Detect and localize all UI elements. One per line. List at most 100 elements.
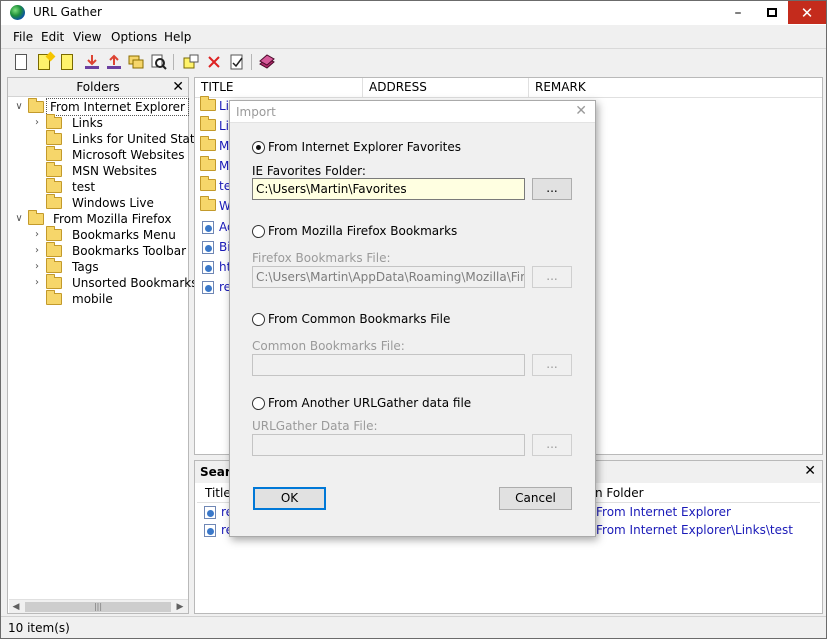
scroll-right-icon[interactable]: ▶ — [173, 600, 187, 614]
url-icon — [202, 221, 214, 234]
dialog-title: Import — [236, 105, 276, 119]
radio-ie-favorites-label[interactable]: From Internet Explorer Favorites — [268, 140, 461, 154]
url-icon — [202, 261, 214, 274]
folder-icon — [46, 178, 62, 193]
url-icon — [202, 241, 214, 254]
open-icon[interactable] — [61, 54, 73, 70]
url-icon — [204, 524, 216, 537]
menu-edit[interactable]: Edit — [41, 30, 64, 44]
folder-icon — [46, 242, 62, 257]
folder-icon — [46, 274, 62, 289]
firefox-bookmarks-file-field[interactable]: C:\Users\Martin\AppData\Roaming\Mozilla\… — [252, 266, 525, 288]
radio-firefox-bookmarks-label[interactable]: From Mozilla Firefox Bookmarks — [268, 224, 457, 238]
tree-item-label: Tags — [72, 260, 99, 274]
status-bar: 10 item(s) — [1, 616, 826, 638]
browse-ie-button[interactable]: ... — [532, 178, 572, 200]
tree-item-label: Windows Live — [72, 196, 154, 210]
globe-icon — [10, 5, 25, 20]
folders-pane: Folders ✕ ∨ From Internet Explorer › Lin… — [7, 77, 208, 614]
column-header-title[interactable]: TITLE — [195, 78, 363, 98]
folder-icon — [28, 98, 44, 113]
tree-item-label: Bookmarks Menu — [72, 228, 176, 242]
collapsed-arrow-icon[interactable]: › — [32, 243, 42, 259]
add-item-icon[interactable] — [183, 54, 199, 70]
minimize-button[interactable]: – — [721, 1, 755, 24]
folder-icon — [200, 156, 216, 171]
url-icon — [202, 281, 214, 294]
folder-icon — [200, 96, 216, 111]
folders-header: Folders ✕ — [8, 78, 188, 97]
browse-common-button[interactable]: ... — [532, 354, 572, 376]
move-down-icon[interactable] — [84, 54, 100, 70]
common-bookmarks-file-label: Common Bookmarks File: — [252, 339, 405, 353]
radio-common-bookmarks-label[interactable]: From Common Bookmarks File — [268, 312, 450, 326]
browse-firefox-button[interactable]: ... — [532, 266, 572, 288]
folder-icon — [46, 130, 62, 145]
toolbar-separator — [251, 54, 252, 70]
result-folder: From Internet Explorer\Links\test — [596, 523, 793, 537]
folder-icon — [46, 114, 62, 129]
folder-icon — [200, 116, 216, 131]
minimize-icon: – — [734, 4, 742, 21]
collapsed-arrow-icon[interactable]: › — [32, 259, 42, 275]
collapsed-arrow-icon[interactable]: › — [32, 275, 42, 291]
ie-favorites-folder-field[interactable]: C:\Users\Martin\Favorites — [252, 178, 525, 200]
horizontal-scrollbar[interactable]: ◀ ||| ▶ — [9, 599, 188, 613]
folder-icon — [46, 146, 62, 161]
properties-icon[interactable] — [229, 54, 245, 70]
new-folder-icon[interactable] — [38, 54, 50, 70]
expanded-arrow-icon[interactable]: ∨ — [14, 99, 24, 115]
close-icon[interactable]: ✕ — [575, 103, 587, 119]
column-header-remark[interactable]: REMARK — [529, 78, 822, 98]
column-header-title[interactable]: Title — [205, 486, 231, 500]
collapsed-arrow-icon[interactable]: › — [32, 115, 42, 131]
radio-ie-favorites[interactable] — [252, 141, 265, 154]
ok-button[interactable]: OK — [253, 487, 326, 510]
move-up-icon[interactable] — [106, 54, 122, 70]
copy-icon[interactable] — [128, 54, 144, 70]
status-text: 10 item(s) — [8, 621, 70, 635]
tree-item-label: Bookmarks Toolbar — [72, 244, 187, 258]
folder-icon — [200, 176, 216, 191]
tree-item-label: MSN Websites — [72, 164, 157, 178]
menu-options[interactable]: Options — [111, 30, 157, 44]
delete-icon[interactable] — [206, 54, 222, 70]
common-bookmarks-file-field[interactable] — [252, 354, 525, 376]
menu-view[interactable]: View — [73, 30, 101, 44]
radio-urlgather-file[interactable] — [252, 397, 265, 410]
import-dialog: Import ✕ From Internet Explorer Favorite… — [229, 100, 596, 537]
close-pane-icon[interactable]: ✕ — [172, 78, 184, 97]
maximize-button[interactable] — [755, 1, 789, 24]
ie-favorites-folder-label: IE Favorites Folder: — [252, 164, 366, 178]
radio-firefox-bookmarks[interactable] — [252, 225, 265, 238]
toolbar-separator — [173, 54, 174, 70]
firefox-bookmarks-file-label: Firefox Bookmarks File: — [252, 251, 391, 265]
scroll-left-icon[interactable]: ◀ — [9, 600, 23, 614]
collapsed-arrow-icon[interactable]: › — [32, 227, 42, 243]
close-button[interactable]: ✕ — [788, 1, 826, 24]
menu-help[interactable]: Help — [164, 30, 191, 44]
urlgather-data-file-field[interactable] — [252, 434, 525, 456]
tree-item-label: Links for United States — [72, 132, 209, 146]
find-icon[interactable] — [151, 54, 167, 70]
column-header-folder[interactable]: n Folder — [595, 486, 644, 500]
tree-item-label: test — [72, 180, 96, 194]
folder-icon — [200, 136, 216, 151]
folder-icon — [46, 194, 62, 209]
books-icon[interactable] — [259, 54, 275, 70]
folder-icon — [46, 258, 62, 273]
radio-urlgather-file-label[interactable]: From Another URLGather data file — [268, 396, 471, 410]
scroll-thumb[interactable]: ||| — [25, 602, 171, 612]
column-header-address[interactable]: ADDRESS — [363, 78, 529, 98]
new-document-icon[interactable] — [15, 54, 27, 70]
folder-icon — [28, 210, 44, 225]
expanded-arrow-icon[interactable]: ∨ — [14, 211, 24, 227]
close-pane-icon[interactable]: ✕ — [804, 463, 816, 479]
cancel-button[interactable]: Cancel — [499, 487, 572, 510]
maximize-icon — [767, 8, 777, 17]
folders-title: Folders — [76, 80, 120, 94]
tree-item-label: From Internet Explorer — [46, 98, 189, 116]
menu-file[interactable]: File — [13, 30, 33, 44]
browse-urlgather-button[interactable]: ... — [532, 434, 572, 456]
radio-common-bookmarks[interactable] — [252, 313, 265, 326]
